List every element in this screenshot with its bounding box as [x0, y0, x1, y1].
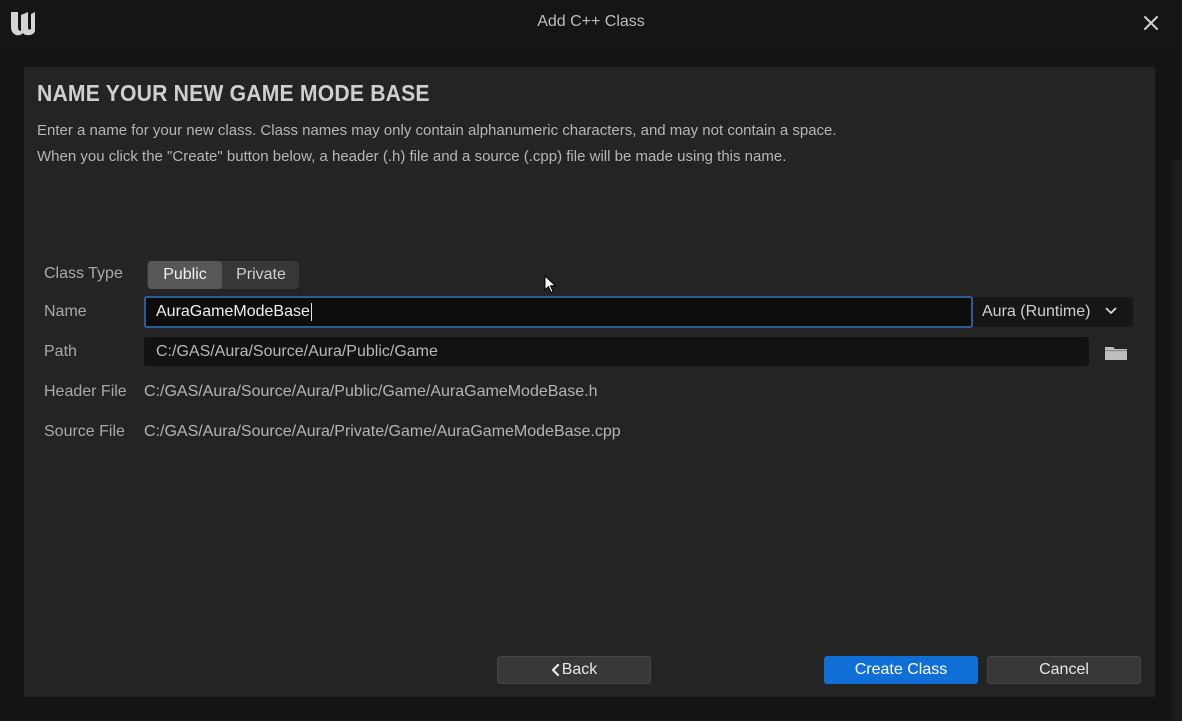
path-field[interactable]: C:/GAS/Aura/Source/Aura/Public/Game	[144, 337, 1089, 366]
class-type-label: Class Type	[44, 265, 123, 282]
class-type-private-button[interactable]: Private	[223, 261, 299, 289]
class-type-toggle: Public Private	[147, 261, 299, 289]
chevron-down-icon	[1105, 307, 1117, 314]
close-icon	[1144, 16, 1158, 30]
class-name-value: AuraGameModeBase	[156, 303, 310, 320]
class-type-public-button[interactable]: Public	[148, 261, 222, 289]
title-bar[interactable]: Add C++ Class	[0, 0, 1182, 46]
window-title: Add C++ Class	[537, 13, 645, 30]
class-name-input[interactable]: AuraGameModeBase	[144, 296, 973, 328]
window-edge	[1172, 160, 1182, 721]
module-dropdown[interactable]: Aura (Runtime)	[973, 297, 1133, 327]
source-file-value: C:/GAS/Aura/Source/Aura/Private/Game/Aur…	[144, 423, 621, 440]
header-file-label: Header File	[44, 383, 127, 400]
description-line-2: When you click the "Create" button below…	[37, 148, 787, 165]
module-dropdown-value: Aura (Runtime)	[982, 303, 1091, 320]
path-value: C:/GAS/Aura/Source/Aura/Public/Game	[156, 342, 438, 360]
back-arrow-icon	[551, 664, 559, 676]
page-title: NAME YOUR NEW GAME MODE BASE	[37, 80, 430, 106]
create-class-button[interactable]: Create Class	[824, 656, 978, 684]
add-cpp-class-window: Add C++ Class NAME YOUR NEW GAME MODE BA…	[0, 0, 1182, 721]
unreal-engine-logo-icon	[11, 12, 35, 36]
close-button[interactable]	[1138, 10, 1164, 36]
mouse-pointer-icon	[544, 275, 557, 294]
folder-icon[interactable]	[1103, 343, 1129, 363]
name-label: Name	[44, 303, 87, 320]
back-button-label: Back	[561, 661, 598, 678]
header-file-value: C:/GAS/Aura/Source/Aura/Public/Game/Aura…	[144, 383, 598, 400]
cancel-button[interactable]: Cancel	[987, 656, 1141, 684]
source-file-label: Source File	[44, 423, 125, 440]
path-label: Path	[44, 343, 77, 360]
back-button[interactable]: Back	[497, 656, 651, 684]
description-line-1: Enter a name for your new class. Class n…	[37, 122, 837, 139]
text-caret	[310, 303, 312, 321]
